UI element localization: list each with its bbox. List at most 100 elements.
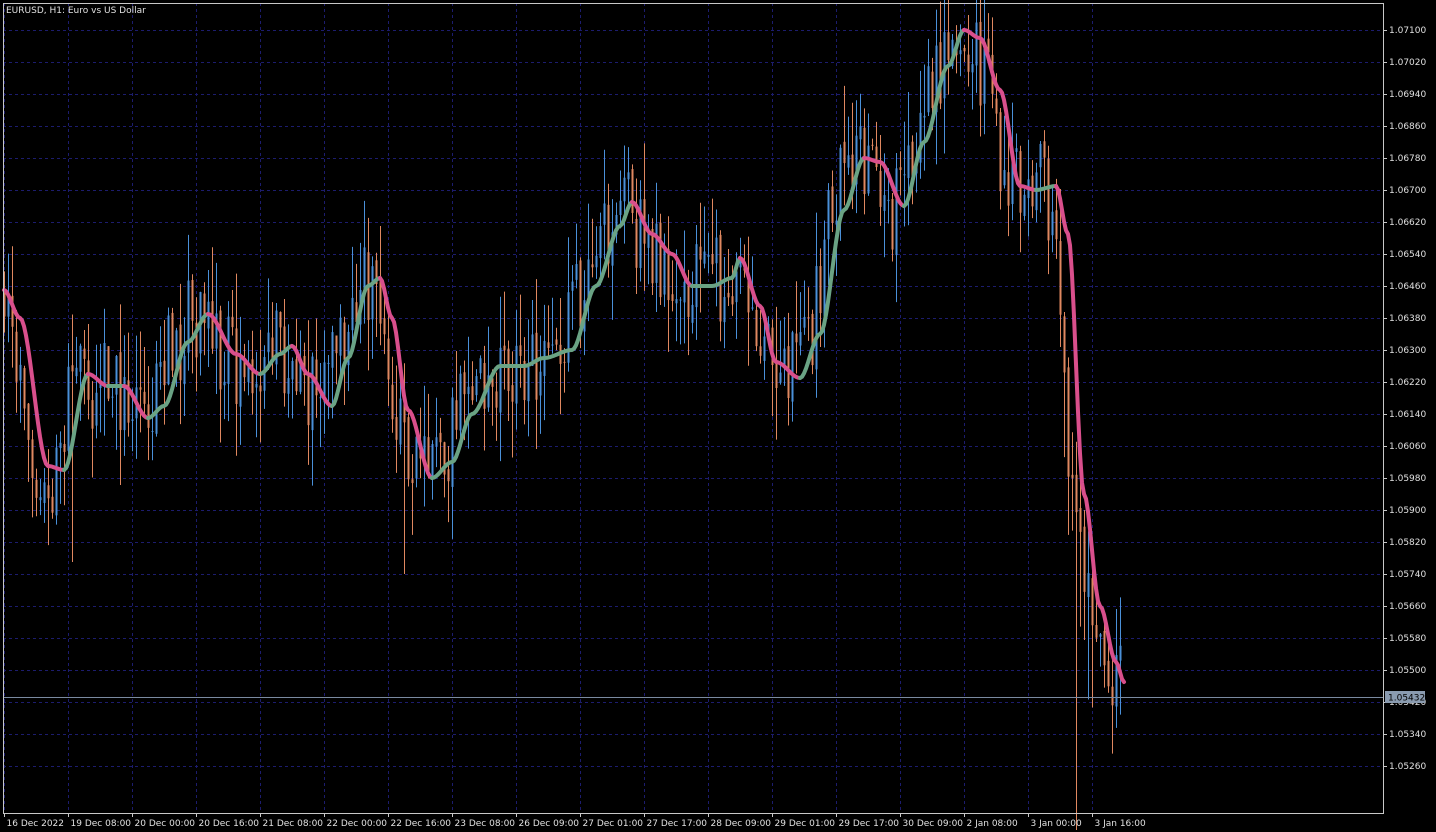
candle-body (979, 21, 982, 106)
candle-body (399, 398, 402, 445)
candle-body (815, 266, 818, 370)
candle-body (511, 385, 514, 402)
candle-body (131, 419, 134, 421)
price-tick-label: 1.07020 (1389, 58, 1426, 68)
candle-body (819, 266, 822, 314)
candle-body (259, 385, 262, 392)
price-tick-label: 1.06220 (1389, 378, 1426, 388)
candle-body (967, 54, 970, 72)
candle-body (603, 203, 606, 225)
price-tick-label: 1.05580 (1389, 634, 1426, 644)
candle-body (727, 292, 730, 298)
time-tick-label: 30 Dec 09:00 (903, 819, 964, 829)
candle-body (111, 396, 114, 398)
candle-body (595, 255, 598, 268)
candle-body (599, 226, 602, 259)
candle-body (887, 199, 890, 202)
candle-body (1023, 194, 1026, 216)
candle-body (311, 356, 314, 431)
candle-body (455, 400, 458, 430)
candle-body (415, 436, 418, 479)
price-tick-label: 1.06540 (1389, 250, 1426, 260)
candle-body (103, 342, 106, 386)
candle-body (471, 386, 474, 401)
candle-body (943, 32, 946, 99)
candle-body (763, 336, 766, 361)
time-tick-label: 27 Dec 01:00 (583, 819, 644, 829)
candle-body (47, 485, 50, 499)
candle-body (435, 437, 438, 447)
candle-body (839, 147, 842, 217)
candle-body (315, 359, 318, 396)
candle-body (875, 146, 878, 168)
candle-body (1087, 573, 1090, 598)
candle-body (1019, 151, 1022, 213)
candle-body (291, 360, 294, 380)
candle-body (279, 311, 282, 328)
candle-body (619, 200, 622, 215)
price-chart[interactable]: 1.07100 1.07020 1.06940 1.06860 1.06780 1.067… (0, 0, 1436, 832)
candle-body (159, 361, 162, 367)
chart-background (0, 0, 1436, 832)
candle-body (823, 239, 826, 317)
time-tick-label: 2 Jan 08:00 (967, 819, 1019, 829)
price-tick-label: 1.05500 (1389, 666, 1426, 676)
candle-body (1095, 625, 1098, 638)
candle-body (1043, 141, 1046, 158)
candle-body (1055, 210, 1058, 240)
candle-body (899, 167, 902, 170)
candle-body (19, 364, 22, 381)
candle-body (931, 71, 934, 109)
candle-body (635, 218, 638, 268)
candle-body (95, 392, 98, 426)
candle-body (975, 22, 978, 66)
candle-body (75, 367, 78, 377)
candle-body (483, 362, 486, 409)
candle-body (1107, 660, 1110, 687)
time-tick-label: 22 Dec 16:00 (391, 819, 452, 829)
candle-body (1047, 158, 1050, 241)
candle-body (67, 366, 70, 451)
candle-body (351, 297, 354, 331)
candle-body (695, 244, 698, 308)
price-tick-label: 1.05900 (1389, 506, 1426, 516)
candle-body (1039, 143, 1042, 168)
candle-body (971, 64, 974, 73)
candle-body (503, 345, 506, 351)
candle-body (831, 186, 834, 223)
time-tick-label: 19 Dec 08:00 (71, 819, 132, 829)
candle-body (507, 348, 510, 391)
candle-body (1075, 474, 1078, 513)
candle-body (155, 363, 158, 434)
candle-body (927, 66, 930, 113)
candle-body (627, 172, 630, 180)
candle-body (715, 237, 718, 264)
candle-body (459, 373, 462, 431)
candle-body (307, 372, 310, 426)
candle-body (959, 50, 962, 55)
candle-body (55, 447, 58, 516)
candle-body (139, 387, 142, 390)
candle-body (27, 403, 30, 440)
candle-body (555, 339, 558, 345)
candle-body (295, 359, 298, 392)
candle-body (631, 169, 634, 213)
price-tick-label: 1.05980 (1389, 474, 1426, 484)
candle-body (479, 358, 482, 374)
candle-body (151, 430, 154, 432)
candle-body (1111, 686, 1114, 706)
candle-body (723, 297, 726, 323)
price-tick-label: 1.07100 (1389, 26, 1426, 36)
time-tick-label: 20 Dec 16:00 (199, 819, 260, 829)
candle-body (235, 328, 238, 404)
candle-body (847, 155, 850, 168)
price-tick-label: 1.05260 (1389, 762, 1426, 772)
candle-body (283, 326, 286, 394)
candle-body (255, 383, 258, 388)
price-tick-label: 1.05740 (1389, 570, 1426, 580)
candle-body (499, 347, 502, 413)
candle-body (731, 296, 734, 305)
candle-body (679, 299, 682, 301)
candle-body (903, 174, 906, 176)
price-tick-label: 1.06780 (1389, 154, 1426, 164)
